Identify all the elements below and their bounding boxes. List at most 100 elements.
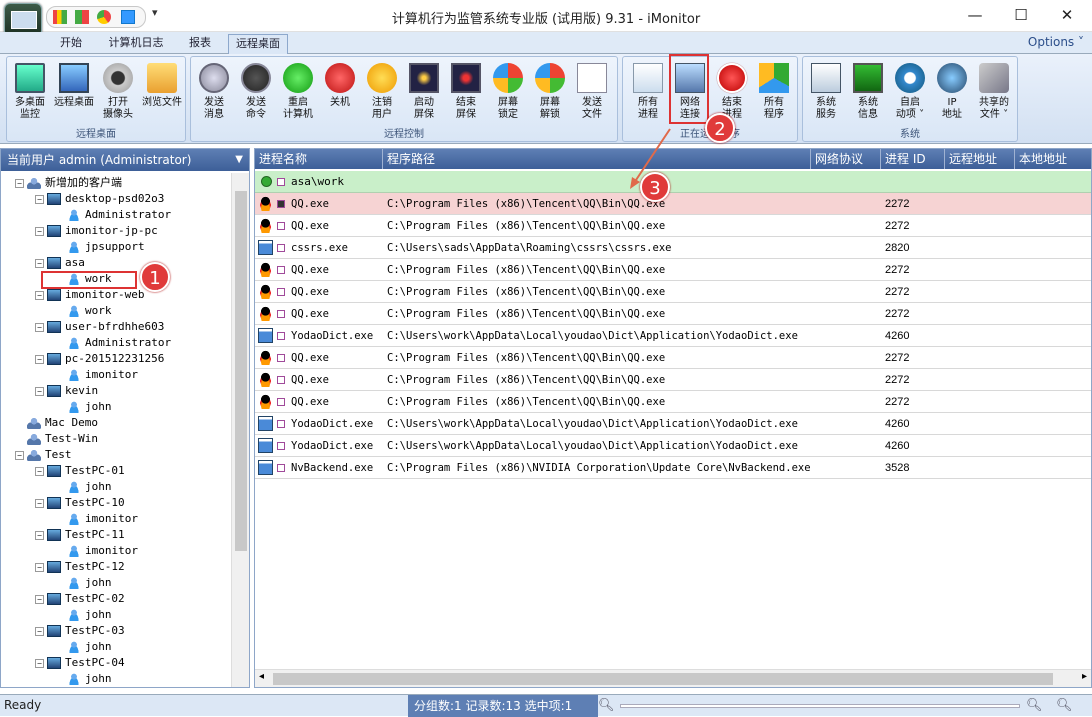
tab-start[interactable]: 开始 xyxy=(50,34,92,54)
browse-files-button[interactable]: 浏览文件 xyxy=(141,61,183,125)
row-checkbox[interactable] xyxy=(277,222,285,230)
row-checkbox[interactable] xyxy=(277,398,285,406)
table-row[interactable]: QQ.exe C:\Program Files (x86)\Tencent\QQ\… xyxy=(255,215,1091,237)
tree-node-group[interactable]: − 新增加的客户端 xyxy=(15,175,122,191)
tree-node-computer[interactable]: − desktop-psd02o3 xyxy=(35,191,164,207)
zoom-in-icon[interactable]: 🔍︎ xyxy=(1026,698,1043,713)
start-screensaver-button[interactable]: 启动 屏保 xyxy=(403,61,445,125)
table-row[interactable]: QQ.exe C:\Program Files (x86)\Tencent\QQ\… xyxy=(255,347,1091,369)
options-menu[interactable]: Options ˅ xyxy=(1028,35,1084,49)
tree-node-computer[interactable]: − imonitor-jp-pc xyxy=(35,223,158,239)
scroll-left-icon[interactable]: ◂ xyxy=(259,671,264,682)
grid-scroll-thumb[interactable] xyxy=(273,673,1053,685)
row-checkbox[interactable] xyxy=(277,310,285,318)
tree-node-computer[interactable]: − imonitor-web xyxy=(35,287,144,303)
row-checkbox[interactable] xyxy=(277,244,285,252)
zoom-fit-icon[interactable]: 🔍︎ xyxy=(1056,698,1073,713)
stop-screensaver-button[interactable]: 结束 屏保 xyxy=(445,61,487,125)
table-row[interactable]: YodaoDict.exe C:\Users\work\AppData\Local… xyxy=(255,413,1091,435)
zoom-slider[interactable] xyxy=(620,704,1020,708)
tree-node-group[interactable]: Test-Win xyxy=(15,431,98,447)
row-checkbox[interactable] xyxy=(277,376,285,384)
restart-computer-button[interactable]: 重启 计算机 xyxy=(277,61,319,125)
unlock-screen-button[interactable]: 屏幕 解锁 xyxy=(529,61,571,125)
ip-address-button[interactable]: IP 地址 xyxy=(931,61,973,125)
tree-node-user[interactable]: imonitor xyxy=(55,511,138,527)
expand-toggle-icon[interactable]: − xyxy=(35,466,44,476)
row-checkbox[interactable] xyxy=(277,332,285,340)
logoff-user-button[interactable]: 注销 用户 xyxy=(361,61,403,125)
table-row[interactable]: QQ.exe C:\Program Files (x86)\Tencent\QQ\… xyxy=(255,303,1091,325)
col-remote-address[interactable]: 远程地址 xyxy=(945,149,1015,169)
tree-node-user[interactable]: work xyxy=(55,303,112,319)
col-protocol[interactable]: 网络协议 xyxy=(811,149,881,169)
row-checkbox[interactable] xyxy=(277,354,285,362)
chevron-down-icon[interactable]: ▼ xyxy=(235,149,243,171)
tree-node-user[interactable]: john xyxy=(55,399,112,415)
shutdown-button[interactable]: 关机 xyxy=(319,61,361,125)
table-row[interactable]: QQ.exe C:\Program Files (x86)\Tencent\QQ\… xyxy=(255,193,1091,215)
table-row[interactable]: QQ.exe C:\Program Files (x86)\Tencent\QQ\… xyxy=(255,391,1091,413)
open-webcam-button[interactable]: 打开 摄像头 xyxy=(97,61,139,125)
expand-toggle-icon[interactable]: − xyxy=(35,594,44,604)
expand-toggle-icon[interactable]: − xyxy=(35,530,44,540)
expand-toggle-icon[interactable]: − xyxy=(35,386,44,396)
tree-node-computer[interactable]: − kevin xyxy=(35,383,98,399)
send-message-button[interactable]: 发送 消息 xyxy=(193,61,235,125)
startup-items-button[interactable]: 自启 动项 ˅ xyxy=(889,61,931,125)
expand-toggle-icon[interactable]: − xyxy=(35,498,44,508)
tree-node-computer[interactable]: − TestPC-12 xyxy=(35,559,125,575)
expand-icon[interactable] xyxy=(261,176,272,187)
send-command-button[interactable]: 发送 命令 xyxy=(235,61,277,125)
system-info-button[interactable]: 系统 信息 xyxy=(847,61,889,125)
multi-desktop-button[interactable]: 多桌面 监控 xyxy=(9,61,51,125)
table-row[interactable]: NvBackend.exe C:\Program Files (x86)\NVID… xyxy=(255,457,1091,479)
scroll-right-icon[interactable]: ▸ xyxy=(1082,671,1087,682)
expand-toggle-icon[interactable]: − xyxy=(35,658,44,668)
lock-screen-button[interactable]: 屏幕 锁定 xyxy=(487,61,529,125)
tree-node-computer[interactable]: − TestPC-10 xyxy=(35,495,125,511)
tree-node-computer[interactable]: − asa xyxy=(35,255,85,271)
tree-node-computer[interactable]: − TestPC-04 xyxy=(35,655,125,671)
tab-reports[interactable]: 报表 xyxy=(180,34,220,54)
expand-toggle-icon[interactable]: − xyxy=(15,178,24,188)
tree-node-user[interactable]: imonitor xyxy=(55,543,138,559)
expand-toggle-icon[interactable]: − xyxy=(35,258,44,268)
zoom-out-icon[interactable]: 🔍︎ xyxy=(598,698,615,713)
expand-toggle-icon[interactable]: − xyxy=(35,322,44,332)
current-user-header[interactable]: 当前用户 admin (Administrator) ▼ xyxy=(1,149,249,171)
table-row[interactable]: QQ.exe C:\Program Files (x86)\Tencent\QQ\… xyxy=(255,369,1091,391)
tree-scroll-thumb[interactable] xyxy=(235,191,247,551)
row-checkbox[interactable] xyxy=(277,266,285,274)
tree-node-user[interactable]: john xyxy=(55,479,112,495)
tree-node-user[interactable]: Administrator xyxy=(55,207,171,223)
tree-node-computer[interactable]: − TestPC-02 xyxy=(35,591,125,607)
minimize-button[interactable]: — xyxy=(952,0,998,30)
col-process-id[interactable]: 进程 ID xyxy=(881,149,945,169)
row-checkbox[interactable] xyxy=(277,442,285,450)
expand-toggle-icon[interactable]: − xyxy=(35,626,44,636)
tree-node-user[interactable]: john xyxy=(55,639,112,655)
tree-node-user[interactable]: john xyxy=(55,575,112,591)
expand-toggle-icon[interactable]: − xyxy=(15,450,24,460)
all-processes-button[interactable]: 所有 进程 xyxy=(627,61,669,125)
col-program-path[interactable]: 程序路径 xyxy=(383,149,811,169)
shared-files-button[interactable]: 共享的 文件 ˅ xyxy=(973,61,1015,125)
expand-toggle-icon[interactable]: − xyxy=(35,290,44,300)
all-programs-button[interactable]: 所有 程序 xyxy=(753,61,795,125)
expand-toggle-icon[interactable]: − xyxy=(35,226,44,236)
tab-remote-desktop[interactable]: 远程桌面 xyxy=(228,34,288,54)
tree-node-user[interactable]: john xyxy=(55,671,112,687)
tree-node-computer[interactable]: − TestPC-03 xyxy=(35,623,125,639)
system-services-button[interactable]: 系统 服务 xyxy=(805,61,847,125)
tree-node-computer[interactable]: − TestPC-01 xyxy=(35,463,125,479)
row-checkbox[interactable] xyxy=(277,420,285,428)
expand-toggle-icon[interactable]: − xyxy=(35,354,44,364)
close-button[interactable]: ✕ xyxy=(1044,0,1090,30)
table-row[interactable]: cssrs.exe C:\Users\sads\AppData\Roaming\c… xyxy=(255,237,1091,259)
maximize-button[interactable]: ☐ xyxy=(998,0,1044,30)
row-checkbox[interactable] xyxy=(277,200,285,208)
col-process-name[interactable]: 进程名称 xyxy=(255,149,383,169)
grid-horizontal-scrollbar[interactable]: ◂ ▸ xyxy=(255,669,1091,687)
table-row[interactable]: YodaoDict.exe C:\Users\work\AppData\Local… xyxy=(255,435,1091,457)
